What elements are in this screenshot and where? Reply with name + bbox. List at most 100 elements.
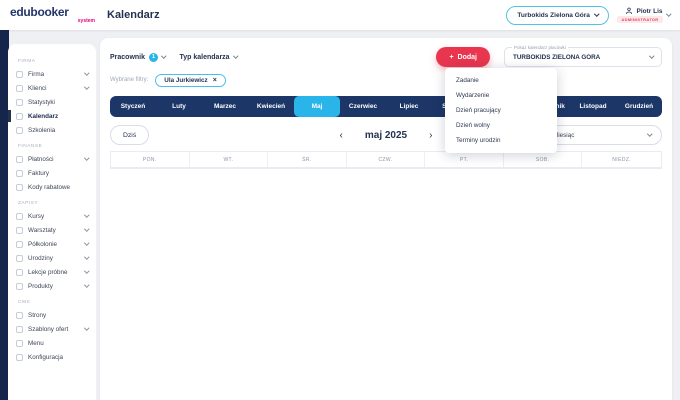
add-menu-item[interactable]: Terminy urodzin xyxy=(445,133,557,148)
sidebar-section-label: CMS xyxy=(18,300,31,305)
branch-selector-button[interactable]: Turbokids Zielona Góra xyxy=(506,5,610,25)
add-menu-item[interactable]: Wydarzenie xyxy=(445,88,557,103)
weekday-header: SOB. xyxy=(504,152,583,167)
offer-templates-icon xyxy=(16,325,23,333)
discount-codes-icon xyxy=(16,183,23,191)
weekday-header: PT. xyxy=(425,152,504,167)
chevron-down-icon xyxy=(83,212,89,218)
chevron-down-icon xyxy=(83,268,89,274)
invoices-icon xyxy=(16,169,23,177)
chevron-down-icon xyxy=(83,226,89,232)
month-tab-listopad[interactable]: Listopad xyxy=(570,96,616,117)
sidebar-item-label: Konfiguracja xyxy=(28,353,64,361)
products-icon xyxy=(16,282,23,290)
chevron-down-icon xyxy=(646,131,652,137)
user-role-badge: ADMINISTRATOR xyxy=(617,16,663,23)
chevron-down-icon xyxy=(83,254,89,260)
calendar-icon xyxy=(16,112,23,120)
sidebar-item-urodziny[interactable]: Urodziny xyxy=(16,251,89,265)
sidebar-item-strony[interactable]: Strony xyxy=(16,308,88,322)
filter-count-badge: 1 xyxy=(149,52,159,62)
weekday-header: ŚR. xyxy=(268,152,347,167)
user-menu[interactable]: Piotr Lis ADMINISTRATOR xyxy=(617,7,671,23)
filter-typ-kalendarza[interactable]: Typ kalendarza xyxy=(180,54,238,61)
sidebar-item-warsztaty[interactable]: Warsztaty xyxy=(16,223,89,237)
filter-pracownik[interactable]: Pracownik 1 xyxy=(110,52,167,62)
sidebar-item-kalendarz[interactable]: Kalendarz xyxy=(8,109,88,123)
menu-icon xyxy=(16,339,23,347)
view-mode-select[interactable]: Miesiąc xyxy=(542,125,662,145)
logo-subtext: system xyxy=(77,18,95,24)
today-button[interactable]: Dziś xyxy=(110,125,150,145)
sidebar-item-lekcje-próbne[interactable]: Lekcje próbne xyxy=(16,265,89,279)
month-tab-luty[interactable]: Luty xyxy=(156,96,202,117)
chevron-down-icon xyxy=(594,11,600,17)
weekday-header: WT. xyxy=(190,152,269,167)
next-month-button[interactable]: › xyxy=(429,130,432,141)
prev-month-button[interactable]: ‹ xyxy=(340,130,343,141)
sidebar-item-płatności[interactable]: Płatności xyxy=(16,152,89,166)
sidebar-item-klienci[interactable]: Klienci xyxy=(16,81,89,95)
sidebar-item-label: Klienci xyxy=(28,84,47,92)
calendar-grid: PON. WT. ŚR. CZW. PT. SOB. NIEDZ. xyxy=(110,151,662,169)
sidebar-item-menu[interactable]: Menu xyxy=(16,336,88,350)
month-tab-lipiec[interactable]: Lipiec xyxy=(386,96,432,117)
chevron-down-icon xyxy=(83,155,89,161)
chevron-down-icon xyxy=(83,240,89,246)
building-icon xyxy=(16,70,23,78)
sidebar-item-produkty[interactable]: Produkty xyxy=(16,279,89,293)
sidebar-item-label: Menu xyxy=(28,339,44,347)
sidebar-item-konfiguracja[interactable]: Konfiguracja xyxy=(16,350,88,364)
sidebar-item-label: Firma xyxy=(28,70,45,78)
app-logo[interactable]: edubooker system xyxy=(10,6,95,24)
filter-chip[interactable]: Ula Jurkiewicz × xyxy=(155,73,226,87)
sidebar-item-firma[interactable]: Firma xyxy=(16,67,89,81)
add-menu-item[interactable]: Dzień pracujący xyxy=(445,103,557,118)
sidebar-item-label: Półkolonie xyxy=(28,240,58,248)
add-button-label: Dodaj xyxy=(457,53,477,61)
sidebar-item-label: Kursy xyxy=(28,212,45,220)
month-tab-marzec[interactable]: Marzec xyxy=(202,96,248,117)
selected-filters-label: Wybrane filtry: xyxy=(110,77,149,83)
month-tab-czerwiec[interactable]: Czerwiec xyxy=(340,96,386,117)
filter-pracownik-label: Pracownik xyxy=(110,53,146,61)
sidebar-item-kody-rabatowe[interactable]: Kody rabatowe xyxy=(16,180,88,194)
facility-select[interactable]: Pokaż kalendarz placówki TURBOKIDS ZIELO… xyxy=(504,44,662,67)
sidebar-item-szablony-ofert[interactable]: Szablony ofert xyxy=(16,322,89,336)
sidebar-item-statystyki[interactable]: Statystyki xyxy=(16,95,88,109)
month-tab-kwiecień[interactable]: Kwiecień xyxy=(248,96,294,117)
add-menu-item[interactable]: Zadanie xyxy=(445,73,557,88)
courses-icon xyxy=(16,212,23,220)
month-tab-maj[interactable]: Maj xyxy=(294,96,340,117)
sidebar-item-label: Strony xyxy=(28,311,47,319)
filter-chip-label: Ula Jurkiewicz xyxy=(164,76,208,84)
current-month-title: maj 2025 xyxy=(364,129,408,141)
config-icon xyxy=(16,353,23,361)
add-button[interactable]: + Dodaj xyxy=(436,47,490,67)
user-icon xyxy=(626,7,633,15)
sidebar-item-label: Faktury xyxy=(28,169,49,177)
stats-icon xyxy=(16,98,23,106)
month-tab-styczeń[interactable]: Styczeń xyxy=(110,96,156,117)
weekday-header: NIEDZ. xyxy=(612,156,632,163)
sidebar-item-faktury[interactable]: Faktury xyxy=(16,166,88,180)
sidebar-item-label: Szablony ofert xyxy=(28,325,69,333)
filters-row: Pracownik 1 Typ kalendarza + Dodaj Pokaż… xyxy=(110,44,662,68)
chevron-down-icon xyxy=(83,325,89,331)
chevron-down-icon xyxy=(161,53,167,59)
sidebar: FIRMA Firma Klienci Statystyki Kalendarz Szko… xyxy=(8,44,96,400)
payments-icon xyxy=(16,155,23,163)
sidebar-item-label: Lekcje próbne xyxy=(28,268,68,276)
add-menu-item[interactable]: Dzień wolny xyxy=(445,118,557,133)
sidebar-item-półkolonie[interactable]: Półkolonie xyxy=(16,237,89,251)
close-icon[interactable]: × xyxy=(213,77,217,84)
month-tab-grudzień[interactable]: Grudzień xyxy=(616,96,662,117)
birthdays-icon xyxy=(16,254,23,262)
sidebar-item-szkolenia[interactable]: Szkolenia xyxy=(16,123,88,137)
sidebar-item-label: Urodziny xyxy=(28,254,53,262)
weekday-header-row: PON. WT. ŚR. CZW. PT. SOB. NIEDZ. xyxy=(111,152,661,168)
sidebar-item-label: Szkolenia xyxy=(28,126,56,134)
branch-selector-label: Turbokids Zielona Góra xyxy=(517,11,590,19)
sidebar-item-kursy[interactable]: Kursy xyxy=(16,209,89,223)
sidebar-item-label: Produkty xyxy=(28,282,53,290)
